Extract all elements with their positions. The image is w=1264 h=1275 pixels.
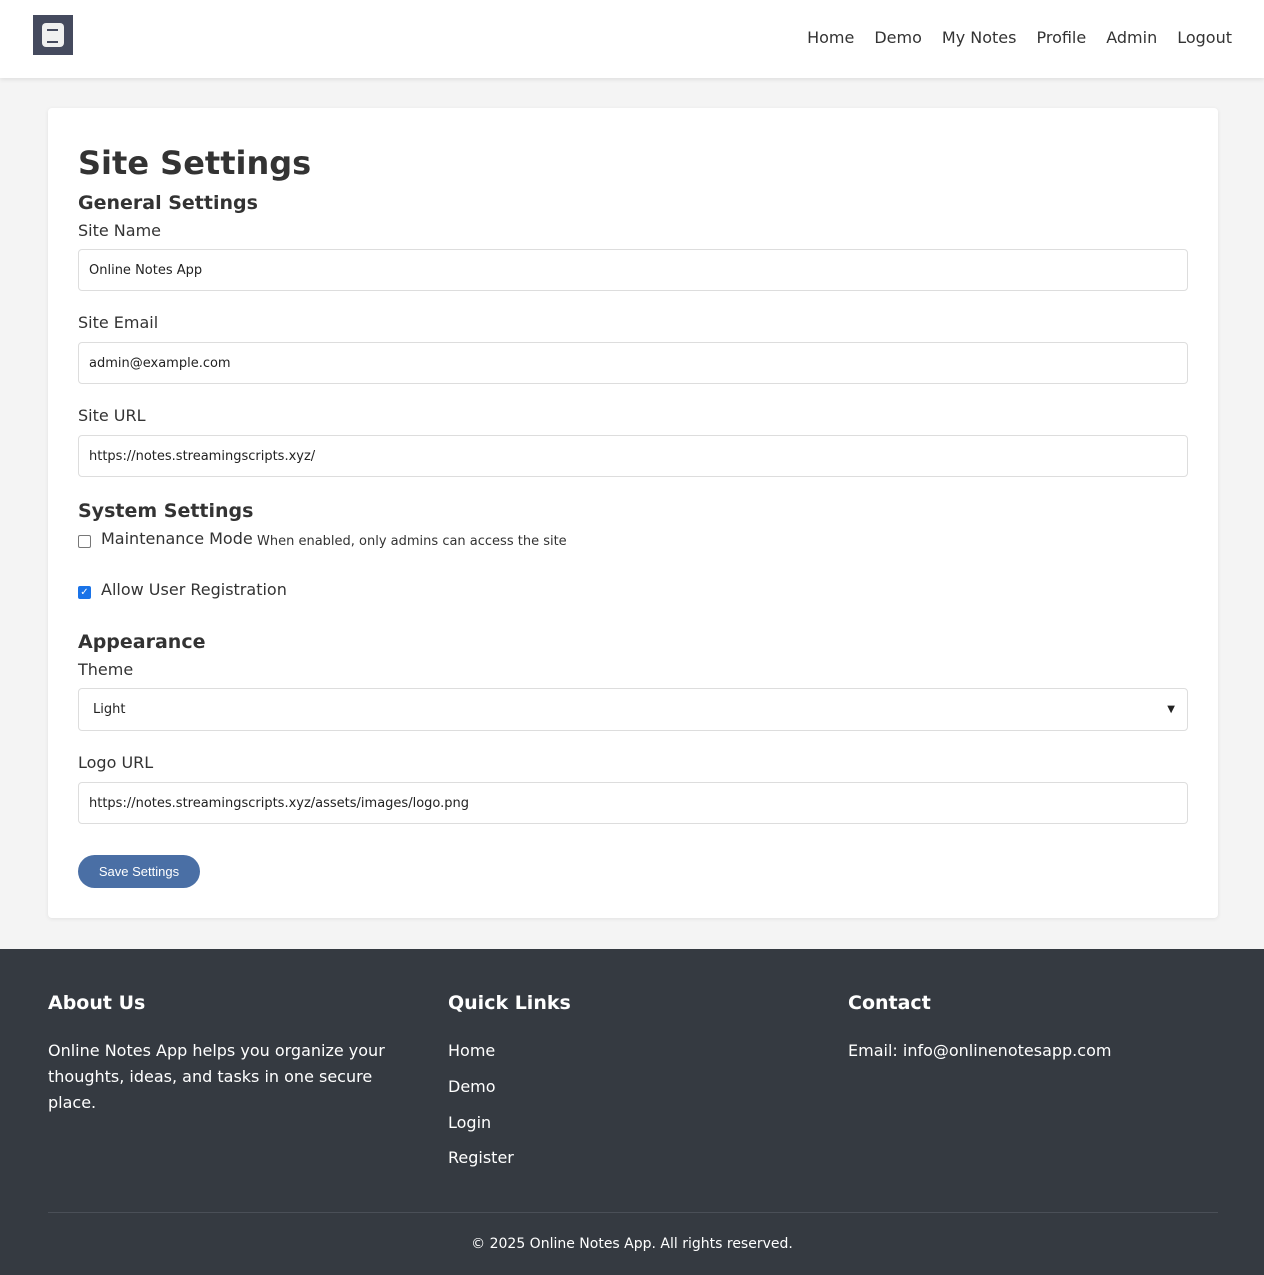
nav-home[interactable]: Home xyxy=(807,28,854,47)
maintenance-mode-hint: When enabled, only admins can access the… xyxy=(257,534,567,549)
theme-selected-value: Light xyxy=(93,702,126,717)
quick-links-heading: Quick Links xyxy=(448,992,571,1014)
site-url-input[interactable] xyxy=(78,435,1188,477)
footer-link-home[interactable]: Home xyxy=(448,1041,495,1060)
maintenance-mode-label: Maintenance Mode xyxy=(101,529,253,548)
contact-email: Email: info@onlinenotesapp.com xyxy=(848,1041,1112,1060)
site-email-input[interactable] xyxy=(78,342,1188,384)
site-name-input[interactable] xyxy=(78,249,1188,291)
save-settings-button[interactable]: Save Settings xyxy=(78,855,200,888)
site-email-label: Site Email xyxy=(78,313,159,332)
nav-admin[interactable]: Admin xyxy=(1106,28,1157,47)
about-text: Online Notes App helps you organize your… xyxy=(48,1041,385,1112)
settings-card: Site Settings General Settings Site Name… xyxy=(48,108,1218,918)
nav-my-notes[interactable]: My Notes xyxy=(942,28,1017,47)
footer-link-register[interactable]: Register xyxy=(448,1148,514,1167)
footer-link-demo[interactable]: Demo xyxy=(448,1077,496,1096)
general-settings-heading: General Settings xyxy=(78,192,258,214)
site-url-label: Site URL xyxy=(78,406,146,425)
copyright: © 2025 Online Notes App. All rights rese… xyxy=(471,1236,793,1252)
logo-url-label: Logo URL xyxy=(78,753,154,772)
nav-demo[interactable]: Demo xyxy=(874,28,922,47)
footer-link-login[interactable]: Login xyxy=(448,1113,491,1132)
contact-heading: Contact xyxy=(848,992,931,1014)
footer-divider xyxy=(48,1212,1218,1213)
nav-profile[interactable]: Profile xyxy=(1036,28,1086,47)
site-name-label: Site Name xyxy=(78,221,162,240)
app-logo-icon[interactable] xyxy=(33,15,73,55)
system-settings-heading: System Settings xyxy=(78,500,254,522)
logo-url-input[interactable] xyxy=(78,782,1188,824)
theme-label: Theme xyxy=(78,660,134,679)
chevron-down-icon: ▼ xyxy=(1167,704,1175,715)
appearance-heading: Appearance xyxy=(78,631,206,653)
allow-registration-label: Allow User Registration xyxy=(101,580,287,599)
maintenance-mode-checkbox[interactable] xyxy=(78,535,91,548)
nav-logout[interactable]: Logout xyxy=(1177,28,1232,47)
allow-registration-checkbox[interactable]: ✓ xyxy=(78,586,91,599)
about-heading: About Us xyxy=(48,992,146,1014)
footer: About Us Online Notes App helps you orga… xyxy=(0,949,1264,1275)
top-nav-bar: Home Demo My Notes Profile Admin Logout xyxy=(0,0,1264,78)
theme-select[interactable]: Light ▼ xyxy=(78,688,1188,731)
page-title: Site Settings xyxy=(78,144,312,182)
main-nav: Home Demo My Notes Profile Admin Logout xyxy=(807,28,1232,47)
